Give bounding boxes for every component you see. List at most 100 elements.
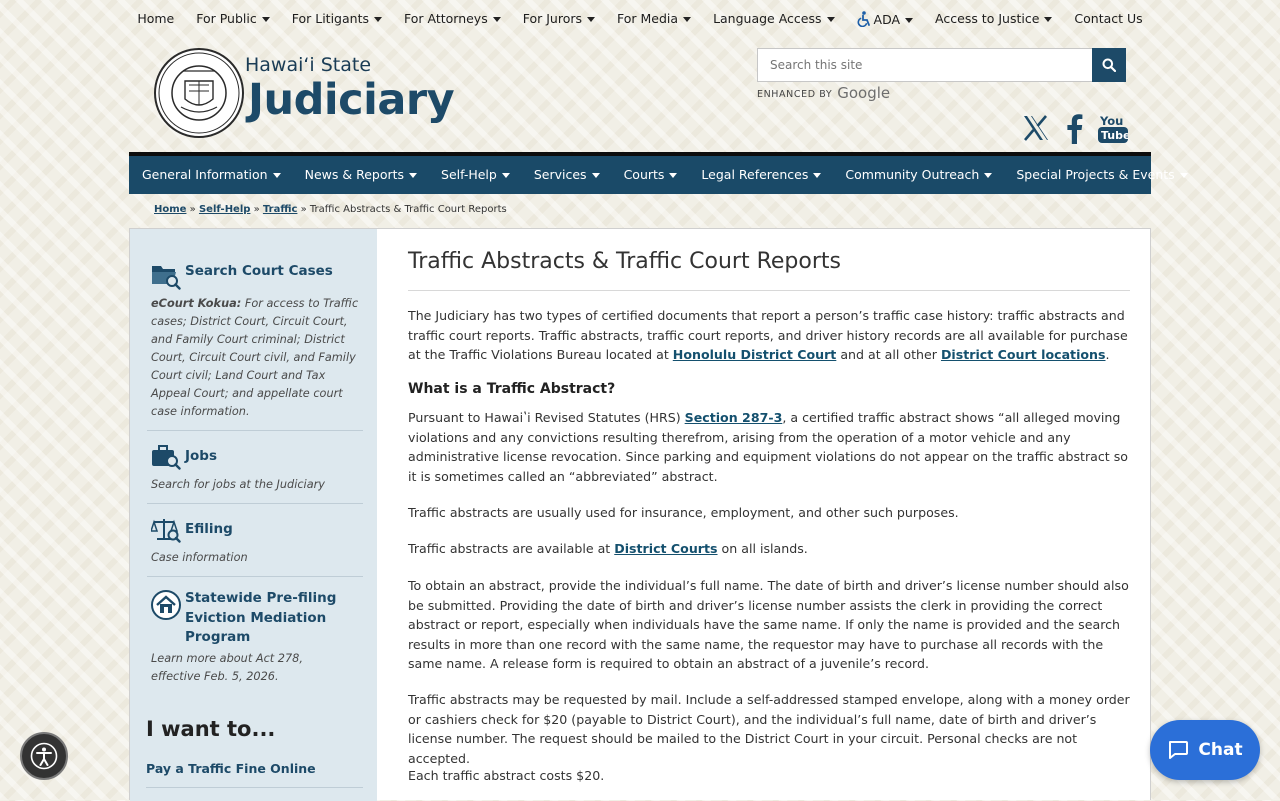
judiciary-seal-icon bbox=[154, 48, 244, 138]
top-nav-label: For Jurors bbox=[522, 11, 582, 26]
avail-text-2: on all islands. bbox=[717, 541, 808, 556]
uses-paragraph: Traffic abstracts are usually used for i… bbox=[408, 505, 959, 520]
top-nav-item-for-litigants[interactable]: For Litigants bbox=[281, 0, 393, 27]
sidebar-item-title: Jobs bbox=[185, 448, 217, 464]
youtube-icon[interactable]: You Tube bbox=[1098, 113, 1128, 144]
folder-search-icon bbox=[152, 266, 181, 290]
avail-text-1: Traffic abstracts are available at bbox=[408, 541, 615, 556]
top-nav-item-for-jurors[interactable]: For Jurors bbox=[512, 0, 606, 27]
what-paragraph: Pursuant to Hawaiʽi Revised Statutes (HR… bbox=[408, 408, 1130, 486]
main-nav-list: General Information News & Reports Self-He… bbox=[129, 156, 1188, 182]
chat-button[interactable]: Chat bbox=[1150, 720, 1260, 780]
main-nav-label: Community Outreach bbox=[845, 167, 980, 182]
search-icon bbox=[1102, 58, 1116, 72]
main-nav-item-self-help[interactable]: Self-Help bbox=[441, 156, 522, 182]
availability-paragraph: Traffic abstracts are available at Distr… bbox=[408, 539, 1130, 559]
chat-label: Chat bbox=[1198, 740, 1243, 760]
caret-down-icon bbox=[587, 17, 595, 22]
what-text-1: Pursuant to Hawaiʽi Revised Statutes (HR… bbox=[408, 410, 685, 425]
sidebar-item-search-court-cases[interactable]: Search Court Cases eCourt Kokua: For acc… bbox=[147, 251, 363, 431]
briefcase-search-icon bbox=[152, 445, 181, 470]
accessibility-button[interactable] bbox=[20, 732, 68, 780]
scales-icon bbox=[151, 519, 181, 543]
top-nav-item-for-media[interactable]: For Media bbox=[606, 0, 702, 27]
i-want-to-heading: I want to... bbox=[146, 717, 276, 741]
main-nav-item-community-outreach[interactable]: Community Outreach bbox=[845, 156, 1004, 182]
main-nav-label: Services bbox=[533, 167, 587, 182]
brand-subtitle: Hawaiʻi State bbox=[245, 54, 372, 76]
main-nav-item-special-projects-events[interactable]: Special Projects & Events bbox=[1016, 156, 1199, 182]
title-divider bbox=[408, 290, 1130, 291]
caret-down-icon bbox=[492, 17, 501, 22]
top-nav-label: For Media bbox=[617, 11, 679, 26]
district-court-locations-link[interactable]: District Court locations bbox=[941, 347, 1106, 362]
top-nav-item-for-attorneys[interactable]: For Attorneys bbox=[393, 0, 512, 27]
pay-traffic-fine-link[interactable]: Pay a Traffic Fine Online bbox=[146, 761, 316, 776]
x-icon[interactable] bbox=[1021, 113, 1051, 143]
sidebar-item-efiling[interactable]: Efiling Case information bbox=[147, 503, 363, 577]
mail-paragraph: Traffic abstracts may be requested by ma… bbox=[408, 692, 1130, 766]
home-icon bbox=[151, 590, 181, 620]
svg-text:You: You bbox=[1099, 114, 1123, 128]
honolulu-district-court-link[interactable]: Honolulu District Court bbox=[673, 347, 837, 362]
main-nav-item-courts[interactable]: Courts bbox=[624, 156, 690, 182]
top-nav-label: Home bbox=[137, 11, 175, 26]
search-button[interactable] bbox=[1092, 48, 1126, 82]
caret-down-icon bbox=[409, 173, 418, 178]
main-nav-item-services[interactable]: Services bbox=[534, 156, 612, 182]
top-nav-label: For Public bbox=[196, 11, 257, 26]
top-nav-label: For Litigants bbox=[291, 11, 369, 26]
caret-down-icon bbox=[373, 17, 382, 22]
intro-text-2: and at all other bbox=[836, 347, 941, 362]
district-courts-link[interactable]: District Courts bbox=[614, 541, 717, 556]
site-search bbox=[757, 48, 1126, 82]
breadcrumb: Home » Self-Help » Traffic » Traffic Abs… bbox=[154, 204, 507, 215]
top-nav-item-contact-us[interactable]: Contact Us bbox=[1063, 0, 1153, 27]
divider bbox=[146, 787, 363, 788]
sidebar-item-title: Search Court Cases bbox=[185, 263, 333, 279]
search-input[interactable] bbox=[757, 48, 1092, 82]
google-label: Google bbox=[837, 84, 891, 102]
hrs-section-link[interactable]: Section 287-3 bbox=[685, 410, 783, 425]
caret-down-icon bbox=[261, 17, 270, 22]
accessibility-icon bbox=[30, 742, 58, 770]
eviction-title-line1: Statewide Pre-filing bbox=[185, 590, 337, 606]
caret-down-icon bbox=[669, 173, 678, 178]
breadcrumb-separator: » bbox=[189, 204, 196, 215]
main-nav-item-general-information[interactable]: General Information bbox=[142, 156, 293, 182]
top-nav-label: Contact Us bbox=[1074, 11, 1143, 26]
main-nav-item-legal-references[interactable]: Legal References bbox=[701, 156, 833, 182]
svg-text:Tube: Tube bbox=[1101, 129, 1128, 142]
caret-down-icon bbox=[272, 173, 281, 178]
ecourt-kokua-label: eCourt Kokua: bbox=[151, 297, 242, 310]
facebook-icon[interactable] bbox=[1064, 113, 1084, 144]
sidebar: Search Court Cases eCourt Kokua: For acc… bbox=[130, 229, 377, 801]
sidebar-item-eviction-mediation[interactable]: Statewide Pre-filing Eviction Mediation … bbox=[147, 576, 363, 693]
caret-down-icon bbox=[1044, 17, 1053, 22]
top-nav-item-language-access[interactable]: Language Access bbox=[702, 0, 845, 27]
sidebar-item-desc: eCourt Kokua: For access to Traffic case… bbox=[151, 295, 363, 421]
main-nav-label: Self-Help bbox=[441, 167, 497, 182]
top-nav-item-ada[interactable]: ADA bbox=[846, 0, 925, 27]
breadcrumb-self-help[interactable]: Self-Help bbox=[199, 204, 250, 215]
main-nav-label: General Information bbox=[142, 167, 268, 182]
top-nav-item-access-to-justice[interactable]: Access to Justice bbox=[924, 0, 1063, 27]
top-nav-item-for-public[interactable]: For Public bbox=[185, 0, 281, 27]
top-utility-nav: Home For Public For Litigants For Attorneys… bbox=[0, 0, 1280, 38]
breadcrumb-traffic[interactable]: Traffic bbox=[263, 204, 297, 215]
breadcrumb-separator: » bbox=[253, 204, 260, 215]
caret-down-icon bbox=[591, 173, 600, 178]
sidebar-item-jobs[interactable]: Jobs Search for jobs at the Judiciary bbox=[147, 430, 363, 504]
main-nav-label: News & Reports bbox=[304, 167, 405, 182]
top-nav-item-home[interactable]: Home bbox=[126, 0, 185, 27]
top-nav-list: Home For Public For Litigants For Attorneys… bbox=[0, 0, 1280, 27]
top-nav-label: ADA bbox=[873, 12, 901, 27]
page-title: Traffic Abstracts & Traffic Court Report… bbox=[408, 249, 841, 274]
enhanced-by-label: ENHANCED BY bbox=[757, 89, 833, 100]
breadcrumb-home[interactable]: Home bbox=[154, 204, 186, 215]
eviction-title-line3: Program bbox=[185, 629, 251, 645]
cost-paragraph: Each traffic abstract costs $20. bbox=[408, 768, 605, 783]
top-nav-label: Access to Justice bbox=[935, 11, 1040, 26]
caret-down-icon bbox=[501, 173, 510, 178]
main-nav-item-news-reports[interactable]: News & Reports bbox=[305, 156, 429, 182]
